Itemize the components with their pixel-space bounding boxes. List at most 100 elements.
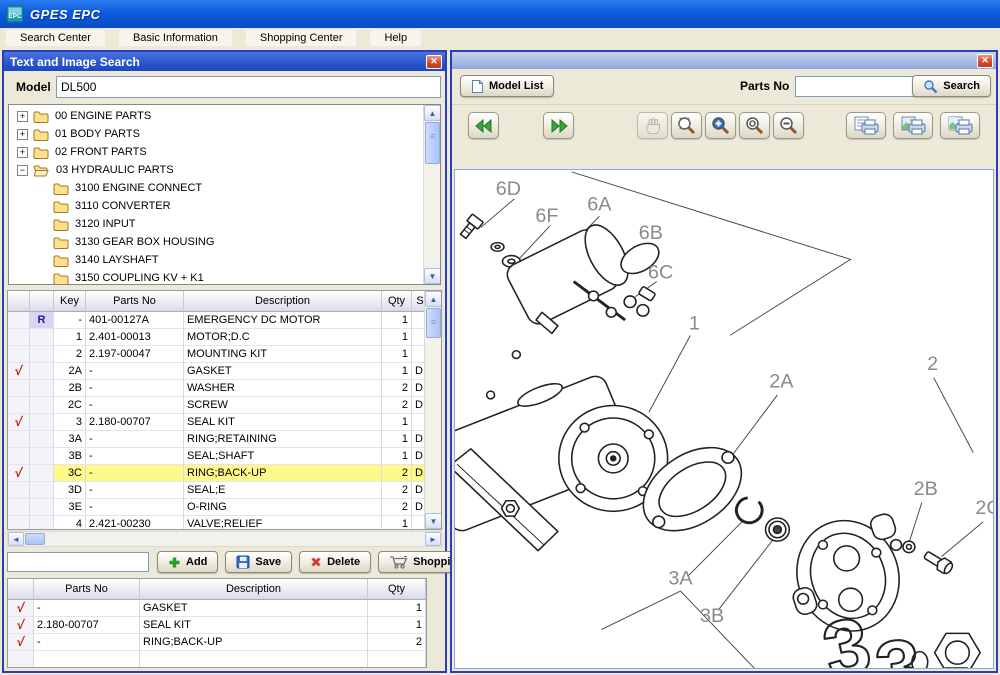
scroll-down-icon[interactable]: ▼ xyxy=(425,513,442,529)
close-icon[interactable]: ✕ xyxy=(977,54,993,68)
parts-table-row[interactable]: 12.401-00013MOTOR;D.C1 xyxy=(8,329,441,346)
tree-item-label: 01 BODY PARTS xyxy=(55,128,140,140)
search-button[interactable]: Search xyxy=(912,75,991,97)
tree-item-00-engine-parts[interactable]: +00 ENGINE PARTS xyxy=(9,107,423,125)
save-button[interactable]: Save xyxy=(225,551,292,573)
tree-item-3150-coupling-kv-k1[interactable]: 3150 COUPLING KV + K1 xyxy=(9,269,423,285)
tree-item-01-body-parts[interactable]: +01 BODY PARTS xyxy=(9,125,423,143)
key-cell: 2C xyxy=(54,397,86,414)
parts-no-cell: - xyxy=(86,397,184,414)
quantity-input[interactable] xyxy=(7,552,149,572)
parts-table-scrollbar[interactable]: ▲ ▼ xyxy=(424,291,441,529)
add-button[interactable]: Add xyxy=(157,551,218,573)
row-check-cell xyxy=(8,499,30,516)
selection-table-row[interactable] xyxy=(8,651,426,668)
key-cell: 3C xyxy=(54,465,86,482)
row-check-cell xyxy=(8,516,30,530)
qty-cell: 1 xyxy=(382,414,412,431)
row-mark-cell xyxy=(30,363,54,380)
scroll-down-icon[interactable]: ▼ xyxy=(424,268,441,284)
qty-cell: 2 xyxy=(382,380,412,397)
prev-button[interactable] xyxy=(468,112,499,139)
parts-table-hscrollbar[interactable]: ◄ ► xyxy=(7,531,442,547)
selection-table-row[interactable]: √-GASKET1 xyxy=(8,600,426,617)
folder-open-icon xyxy=(33,164,50,177)
zoom-out-icon xyxy=(778,115,799,136)
parts-table-row[interactable]: 22.197-00047MOUNTING KIT1 xyxy=(8,346,441,363)
tree-item-3140-layshaft[interactable]: 3140 LAYSHAFT xyxy=(9,251,423,269)
table-header-row: Parts NoDescriptionQty xyxy=(8,579,426,600)
next-button[interactable] xyxy=(543,112,574,139)
description-cell: SEAL KIT xyxy=(184,414,382,431)
qty-cell xyxy=(368,651,426,668)
menu-basic-information[interactable]: Basic Information xyxy=(119,30,232,46)
parts-table-row[interactable]: 42.421-00230VALVE;RELIEF1 xyxy=(8,516,441,530)
zoom-out-button[interactable] xyxy=(773,112,804,139)
qty-cell: 1 xyxy=(368,617,426,634)
exploded-diagram: 3 3 6D6F6A6B6C12A22B2C3A3B xyxy=(454,169,994,669)
svg-text:EPC: EPC xyxy=(8,13,22,20)
hand-button[interactable] xyxy=(637,112,668,139)
parts-table-row[interactable]: 2C-SCREW2D xyxy=(8,397,441,414)
parts-no-cell: - xyxy=(86,431,184,448)
tree-scroll-thumb[interactable] xyxy=(425,122,440,164)
tree-item-3110-converter[interactable]: 3110 CONVERTER xyxy=(9,197,423,215)
row-check-cell xyxy=(8,482,30,499)
column-header: Key xyxy=(54,291,86,312)
tree-item-3100-engine-connect[interactable]: 3100 ENGINE CONNECT xyxy=(9,179,423,197)
svg-text:3: 3 xyxy=(871,622,925,668)
parts-table-row[interactable]: √2A-GASKET1D xyxy=(8,363,441,380)
qty-cell: 2 xyxy=(382,465,412,482)
tree-item-03-hydraulic-parts[interactable]: −03 HYDRAULIC PARTS xyxy=(9,161,423,179)
print-both-button[interactable] xyxy=(940,112,980,139)
parts-table-row[interactable]: R-401-00127AEMERGENCY DC MOTOR1 xyxy=(8,312,441,329)
print-list-button[interactable] xyxy=(846,112,886,139)
parts-table-row[interactable]: 3B-SEAL;SHAFT1D xyxy=(8,448,441,465)
parts-table-row[interactable]: 3A-RING;RETAINING1D xyxy=(8,431,441,448)
zoom-in-button[interactable] xyxy=(705,112,736,139)
menu-help[interactable]: Help xyxy=(370,30,421,46)
parts-no-cell: - xyxy=(86,448,184,465)
row-check-cell xyxy=(8,397,30,414)
tree-item-3130-gear-box-housing[interactable]: 3130 GEAR BOX HOUSING xyxy=(9,233,423,251)
parts-table-row[interactable]: √3C-RING;BACK-UP2D xyxy=(8,465,441,482)
scroll-right-icon[interactable]: ► xyxy=(425,532,441,546)
scroll-left-icon[interactable]: ◄ xyxy=(8,532,24,546)
description-cell: WASHER xyxy=(184,380,382,397)
selection-table-row[interactable]: √2.180-00707SEAL KIT1 xyxy=(8,617,426,634)
tree-item-3120-input[interactable]: 3120 INPUT xyxy=(9,215,423,233)
model-input[interactable] xyxy=(56,76,441,98)
description-cell: SEAL;SHAFT xyxy=(184,448,382,465)
parts-table-row[interactable]: 3E-O-RING2D xyxy=(8,499,441,516)
print-image-button[interactable] xyxy=(893,112,933,139)
model-list-button[interactable]: Model List xyxy=(460,75,554,97)
tree-item-label: 3130 GEAR BOX HOUSING xyxy=(75,236,214,248)
parts-no-cell: - xyxy=(86,363,184,380)
menu-shopping-center[interactable]: Shopping Center xyxy=(246,30,357,46)
parts-table-row[interactable]: 3D-SEAL;E2D xyxy=(8,482,441,499)
diagram-label-6d: 6D xyxy=(496,178,521,200)
zoom-region-button[interactable] xyxy=(671,112,702,139)
x-icon xyxy=(310,556,322,568)
selection-table-row[interactable]: √-RING;BACK-UP2 xyxy=(8,634,426,651)
menu-search-center[interactable]: Search Center xyxy=(6,30,105,46)
collapse-icon[interactable]: − xyxy=(17,165,28,176)
parts-no-cell: - xyxy=(86,482,184,499)
expand-icon[interactable]: + xyxy=(17,129,28,140)
parts-table-row[interactable]: √32.180-00707SEAL KIT1 xyxy=(8,414,441,431)
check-icon: √ xyxy=(16,618,25,632)
delete-button[interactable]: Delete xyxy=(299,551,371,573)
close-icon[interactable]: ✕ xyxy=(426,55,442,69)
parts-table-row[interactable]: 2B-WASHER2D xyxy=(8,380,441,397)
scroll-up-icon[interactable]: ▲ xyxy=(424,105,441,121)
tree-item-02-front-parts[interactable]: +02 FRONT PARTS xyxy=(9,143,423,161)
parts-scroll-thumb[interactable] xyxy=(426,308,441,338)
plus-icon xyxy=(168,556,181,569)
hscroll-thumb[interactable] xyxy=(25,533,45,545)
folder-closed-icon xyxy=(53,236,69,249)
tree-scrollbar[interactable]: ▲ ▼ xyxy=(423,105,440,284)
zoom-actual-button[interactable] xyxy=(739,112,770,139)
expand-icon[interactable]: + xyxy=(17,147,28,158)
expand-icon[interactable]: + xyxy=(17,111,28,122)
scroll-up-icon[interactable]: ▲ xyxy=(425,291,442,307)
